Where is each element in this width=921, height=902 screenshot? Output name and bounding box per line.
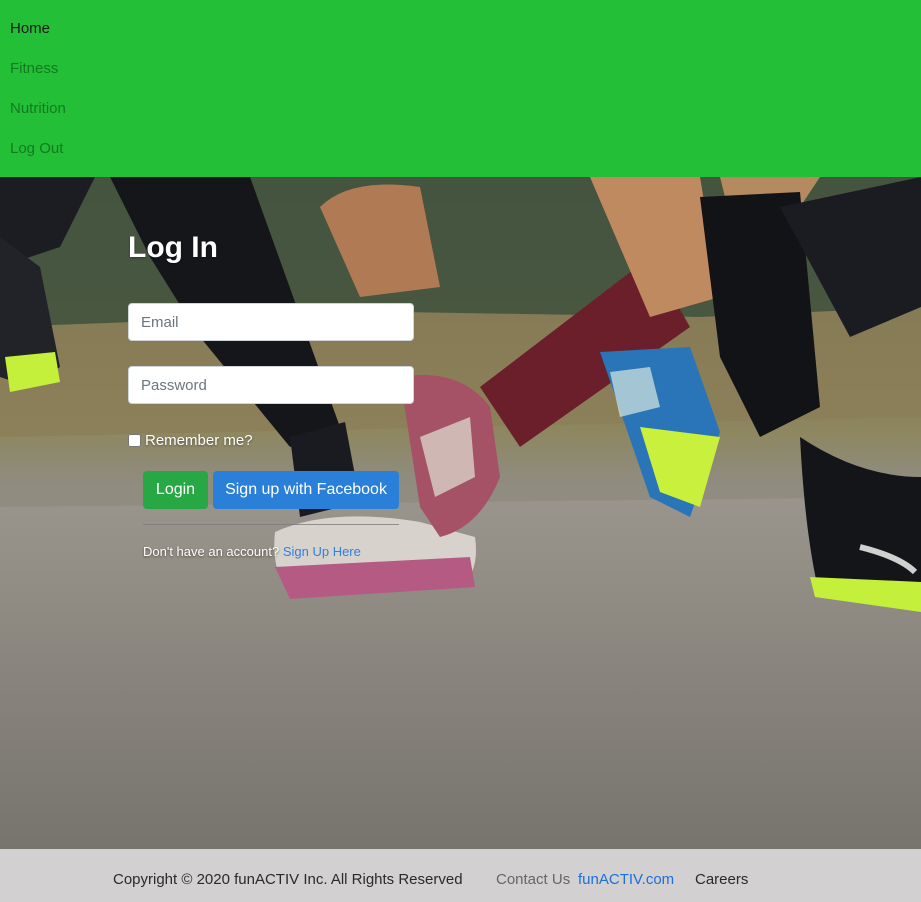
contact-link[interactable]: funACTIV.com bbox=[578, 871, 674, 889]
top-nav: Home Fitness Nutrition Log Out bbox=[0, 0, 921, 177]
nav-item-fitness[interactable]: Fitness bbox=[10, 60, 58, 78]
no-account-text: Don't have an account? bbox=[143, 544, 280, 559]
runners-illustration bbox=[0, 177, 921, 849]
login-button[interactable]: Login bbox=[143, 471, 208, 509]
contact-us-label: Contact Us bbox=[496, 871, 571, 888]
careers-link[interactable]: Careers bbox=[695, 871, 748, 889]
nav-item-home[interactable]: Home bbox=[10, 20, 50, 38]
login-title: Log In bbox=[128, 231, 218, 264]
copyright-text: Copyright © 2020 funACTIV Inc. All Right… bbox=[113, 871, 463, 888]
remember-me[interactable]: Remember me? bbox=[128, 432, 253, 449]
form-divider bbox=[143, 524, 399, 525]
password-field[interactable] bbox=[128, 366, 414, 404]
remember-me-checkbox[interactable] bbox=[128, 434, 141, 447]
nav-item-nutrition[interactable]: Nutrition bbox=[10, 100, 66, 118]
facebook-signup-button[interactable]: Sign up with Facebook bbox=[213, 471, 399, 509]
hero-background-image bbox=[0, 177, 921, 849]
nav-item-log-out[interactable]: Log Out bbox=[10, 140, 63, 158]
footer: Copyright © 2020 funACTIV Inc. All Right… bbox=[0, 849, 921, 902]
signup-link[interactable]: Sign Up Here bbox=[283, 544, 361, 559]
signup-prompt: Don't have an account? Sign Up Here bbox=[143, 544, 361, 559]
remember-me-label: Remember me? bbox=[145, 432, 253, 449]
email-field[interactable] bbox=[128, 303, 414, 341]
